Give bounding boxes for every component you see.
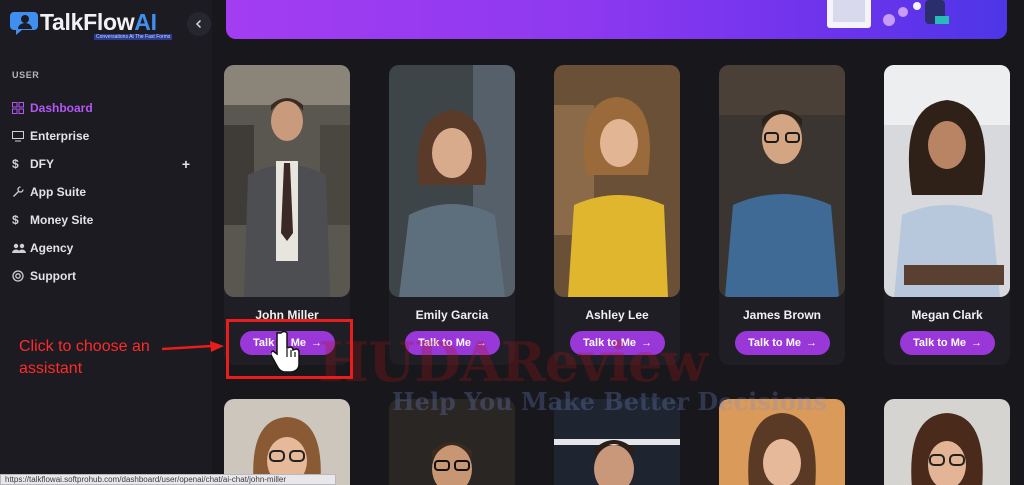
assistant-name: Emily Garcia <box>415 308 489 322</box>
sidebar-item-support[interactable]: Support <box>12 262 202 290</box>
assistant-name: Megan Clark <box>911 308 983 322</box>
sidebar-item-agency[interactable]: Agency <box>12 234 202 262</box>
talk-to-me-button[interactable]: Talk to Me → <box>900 331 995 355</box>
assistant-card-ashley-lee[interactable]: Ashley Lee Talk to Me → <box>554 65 680 365</box>
expand-plus-icon[interactable]: + <box>182 156 190 172</box>
sidebar-section-label: USER <box>12 70 40 80</box>
dollar-icon: $ <box>12 157 19 171</box>
watermark-tagline: Help You Make Better Decisions <box>392 387 827 416</box>
sidebar-item-label: App Suite <box>30 185 86 199</box>
monitor-icon <box>12 129 30 143</box>
sidebar-item-money-site[interactable]: $ Money Site <box>12 206 202 234</box>
assistant-photo <box>719 65 845 297</box>
brand-tagline: Conversations At The Fast Forms <box>94 34 173 40</box>
annotation-arrow-icon <box>161 341 224 352</box>
button-label: Talk to Me <box>913 337 966 349</box>
dollar-icon: $ <box>12 213 19 227</box>
assistant-card-partial[interactable] <box>224 399 350 485</box>
hand-pointer-cursor-icon <box>271 330 300 372</box>
users-icon <box>12 241 30 255</box>
arrow-right-icon: → <box>970 337 982 349</box>
arrow-right-icon: → <box>805 337 817 349</box>
sidebar: TalkFlowAI Conversations At The Fast For… <box>0 0 212 485</box>
wrench-icon <box>12 185 30 199</box>
brand-name: TalkFlowAI <box>40 9 157 35</box>
button-label: Talk to Me <box>748 337 801 349</box>
sidebar-item-label: Money Site <box>30 213 94 227</box>
top-banner <box>226 0 1007 39</box>
assistant-photo <box>554 65 680 297</box>
logo-chat-icon <box>10 12 38 35</box>
assistant-card-emily-garcia[interactable]: Emily Garcia Talk to Me → <box>389 65 515 365</box>
lifebuoy-icon <box>12 269 30 283</box>
assistant-photo <box>884 65 1010 297</box>
banner-illustration <box>827 0 949 28</box>
sidebar-item-dfy[interactable]: $ DFY + <box>12 150 202 178</box>
assistant-card-megan-clark[interactable]: Megan Clark Talk to Me → <box>884 65 1010 365</box>
assistant-card-james-brown[interactable]: James Brown Talk to Me → <box>719 65 845 365</box>
sidebar-item-app-suite[interactable]: App Suite <box>12 178 202 206</box>
assistant-card-partial[interactable] <box>884 399 1010 485</box>
sidebar-item-enterprise[interactable]: Enterprise <box>12 122 202 150</box>
chevron-left-icon <box>195 19 202 29</box>
assistant-photo <box>224 65 350 297</box>
sidebar-item-label: Support <box>30 269 76 283</box>
brand-logo[interactable]: TalkFlowAI Conversations At The Fast For… <box>10 6 175 40</box>
sidebar-item-label: Agency <box>30 241 74 255</box>
assistant-photo <box>389 65 515 297</box>
sidebar-item-label: Enterprise <box>30 129 90 143</box>
browser-status-url: https://talkflowai.softprohub.com/dashbo… <box>0 474 336 485</box>
sidebar-item-label: Dashboard <box>30 101 93 115</box>
assistant-name: James Brown <box>742 308 822 322</box>
sidebar-item-label: DFY <box>30 157 54 171</box>
sidebar-item-dashboard[interactable]: Dashboard <box>12 94 202 122</box>
sidebar-nav: Dashboard Enterprise $ DFY + App Suite $… <box>12 94 202 290</box>
sidebar-collapse-button[interactable] <box>187 12 211 36</box>
assistant-name: Ashley Lee <box>585 308 649 322</box>
talk-to-me-button[interactable]: Talk to Me → <box>735 331 830 355</box>
grid-icon <box>12 101 30 115</box>
watermark: HUDAReview <box>318 330 708 394</box>
